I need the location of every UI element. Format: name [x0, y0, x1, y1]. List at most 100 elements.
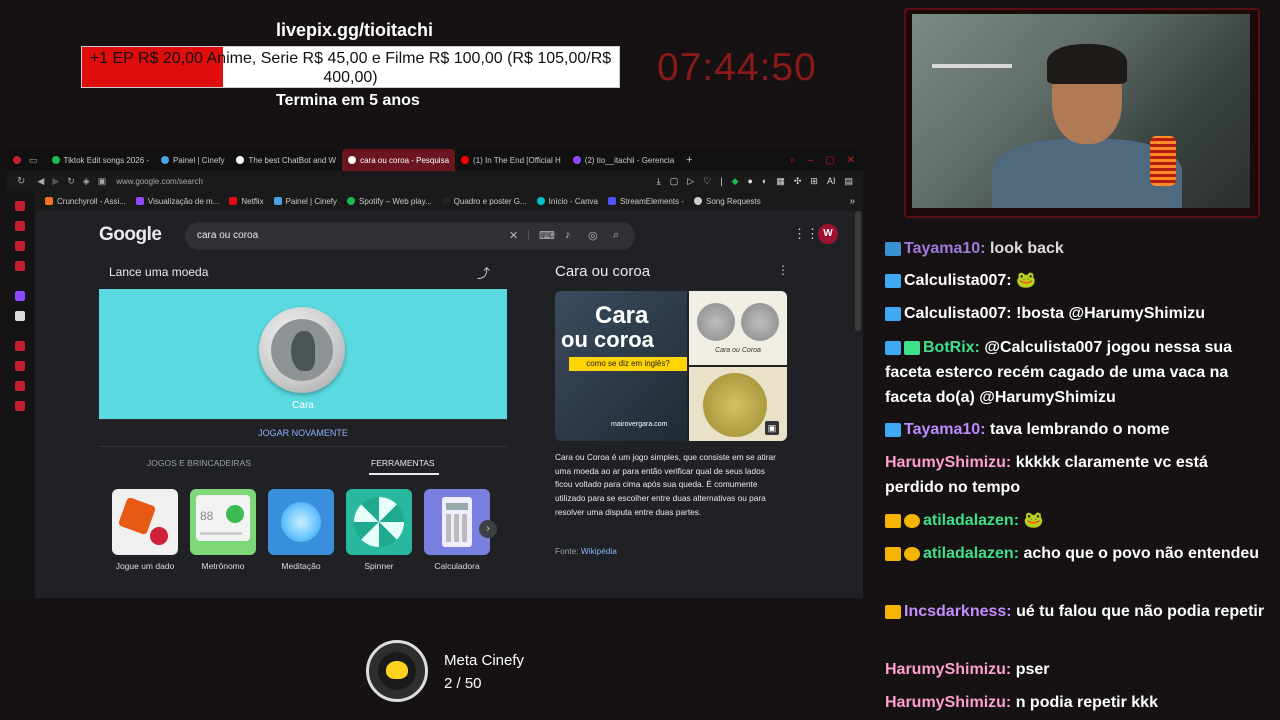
url-field[interactable]: www.google.com/search [116, 177, 203, 186]
tab-bar: ▭ Tiktok Edit songs 2026 - Painel | Cine… [7, 149, 863, 171]
tab-google-search[interactable]: cara ou coroa - Pesquisa [342, 149, 456, 171]
bookmark-visualizacao[interactable]: Visualização de m... [135, 197, 219, 206]
maximize-icon[interactable]: ▢ [825, 155, 834, 166]
coin-card-title: Lance uma moeda [109, 265, 209, 279]
search-tabs-icon[interactable]: ⌕ [790, 155, 796, 166]
tab-games[interactable]: JOGOS E BRINCADEIRAS [147, 458, 251, 468]
tab-tiktok[interactable]: Tiktok Edit songs 2026 - [46, 149, 156, 171]
stream-timer: 07:44:50 [657, 46, 817, 89]
tool-meditation[interactable]: Meditação [267, 489, 335, 571]
sidebar-icon[interactable] [15, 261, 25, 271]
bookmark-quadro[interactable]: Quadro e poster G... [441, 197, 527, 206]
sidebar-icon[interactable] [15, 401, 25, 411]
workspaces-icon[interactable]: ▭ [29, 155, 38, 166]
refresh-icon[interactable]: ↻ [17, 176, 25, 187]
more-options-icon[interactable]: ⋮ [777, 263, 789, 277]
download-icon[interactable]: ⤓ [657, 176, 661, 187]
extension-icon[interactable]: ⊞ [810, 176, 818, 187]
share-icon[interactable]: ⤴ [477, 263, 490, 282]
account-avatar[interactable]: W [818, 224, 838, 244]
gallery-icon[interactable]: ▣ [765, 421, 779, 435]
meta-goal-badge [366, 640, 428, 702]
back-icon[interactable]: ◀ [37, 176, 44, 187]
lock-icon[interactable]: ▣ [98, 176, 107, 187]
screenshot-icon[interactable]: ▢ [670, 176, 679, 187]
tab-chatbot[interactable]: The best ChatBot and W [230, 149, 342, 171]
search-icon[interactable]: ⌕ [613, 229, 619, 242]
tool-metronome[interactable]: 88 Metrônomo [189, 489, 257, 571]
tab-favicon [348, 156, 357, 164]
bookmark-favicon [607, 197, 616, 205]
microphone-icon[interactable]: ♪ [565, 229, 571, 241]
tool-spinner[interactable]: Spinner [345, 489, 413, 571]
sidebar-icon[interactable] [15, 241, 25, 251]
divider: | [720, 175, 723, 186]
reload-icon[interactable]: ↻ [67, 176, 75, 187]
bot-badge-icon [904, 340, 920, 355]
coin-flip-area[interactable]: Cara [99, 289, 507, 419]
source-link[interactable]: Wikipédia [581, 546, 617, 556]
knowledge-panel: Cara ou coroa ⋮ Cara ou coroa como se di… [555, 261, 795, 598]
tab-label: The best ChatBot and W [248, 155, 337, 165]
bookmark-canva[interactable]: Início - Canva [536, 197, 598, 206]
search-input[interactable]: cara ou coroa [197, 230, 258, 241]
next-arrow-icon[interactable]: › [479, 520, 497, 538]
bookmark-label: Song Requests [706, 196, 761, 206]
search-box[interactable]: cara ou coroa ✕ | ⌨ ♪ ◎ ⌕ [185, 222, 635, 250]
close-icon[interactable]: ✕ [847, 155, 855, 166]
play-icon[interactable]: ▷ [687, 176, 694, 187]
apps-grid-icon[interactable]: ⋮⋮ [793, 226, 819, 242]
sidebar-icon[interactable] [15, 221, 25, 231]
tab-youtube[interactable]: (1) In The End [Official H [455, 149, 567, 171]
twitch-icon[interactable] [15, 291, 25, 301]
forward-icon[interactable]: ▶ [52, 176, 59, 187]
ai-icon[interactable]: AI [827, 176, 836, 187]
extension-icon[interactable]: ● [747, 176, 752, 187]
page-scrollbar[interactable] [855, 211, 861, 331]
chat-username: Calculista007: [904, 272, 1012, 289]
bookmark-song-requests[interactable]: Song Requests [694, 197, 761, 206]
tab-cinefy[interactable]: Painel | Cinefy [155, 149, 230, 171]
sword-badge-icon [885, 241, 901, 256]
bookmark-favicon [347, 197, 356, 205]
sidebar-icon[interactable] [15, 361, 25, 371]
extension-icon[interactable]: ▦ [776, 176, 785, 187]
tab-tools[interactable]: FERRAMENTAS [371, 458, 435, 468]
bookmark-favicon [694, 197, 702, 205]
knowledge-panel-description: Cara ou Coroa é um jogo simples, que con… [555, 452, 776, 517]
tab-twitch-manager[interactable]: (2) tio__itachii - Gerencia [567, 149, 680, 171]
chat-username: HarumyShimizu: [885, 661, 1012, 678]
bookmark-netflix[interactable]: Netflix [229, 197, 264, 206]
flip-again-button[interactable]: JOGAR NOVAMENTE [99, 419, 507, 447]
extension-icon[interactable]: ◆ [732, 176, 739, 187]
google-logo[interactable]: Google [99, 224, 162, 246]
image-title-line1: Cara [595, 302, 649, 329]
bookmark-crunchyroll[interactable]: Crunchyroll - Assi... [45, 197, 126, 206]
extension-icon[interactable]: ✣ [794, 176, 802, 187]
x-icon[interactable] [15, 311, 25, 321]
shield-icon[interactable]: ◈ [83, 176, 90, 187]
heart-icon[interactable]: ♡ [703, 176, 711, 187]
new-tab-button[interactable]: + [686, 154, 692, 166]
sword-badge-icon [885, 340, 901, 355]
keyboard-icon[interactable]: ⌨ [539, 229, 555, 242]
browser-logo-icon [13, 156, 21, 164]
clear-icon[interactable]: ✕ [509, 229, 518, 242]
sidebar-icon[interactable] [15, 201, 25, 211]
extension-icon[interactable]: ◐ [762, 176, 767, 187]
bookmark-cinefy[interactable]: Painel | Cinefy [273, 197, 337, 206]
bookmarks-more-icon[interactable]: » [849, 196, 855, 207]
tab-label: Painel | Cinefy [173, 155, 225, 165]
coin-icon[interactable] [259, 307, 345, 393]
knowledge-panel-image-coins[interactable]: Cara ou Coroa [689, 291, 787, 365]
knowledge-panel-image-gold-coin[interactable]: ▣ [689, 367, 787, 441]
sidebar-icon[interactable]: ▤ [844, 176, 853, 187]
sidebar-icon[interactable] [15, 381, 25, 391]
minimize-icon[interactable]: – [808, 155, 814, 166]
bookmark-streamelements[interactable]: StreamElements - [607, 197, 684, 206]
sidebar-icon[interactable] [15, 341, 25, 351]
knowledge-panel-main-image[interactable]: Cara ou coroa como se diz em inglês? mai… [555, 291, 687, 441]
tool-dice[interactable]: Jogue um dado [111, 489, 179, 571]
lens-icon[interactable]: ◎ [588, 229, 598, 242]
bookmark-spotify[interactable]: Spotify – Web play... [347, 197, 432, 206]
